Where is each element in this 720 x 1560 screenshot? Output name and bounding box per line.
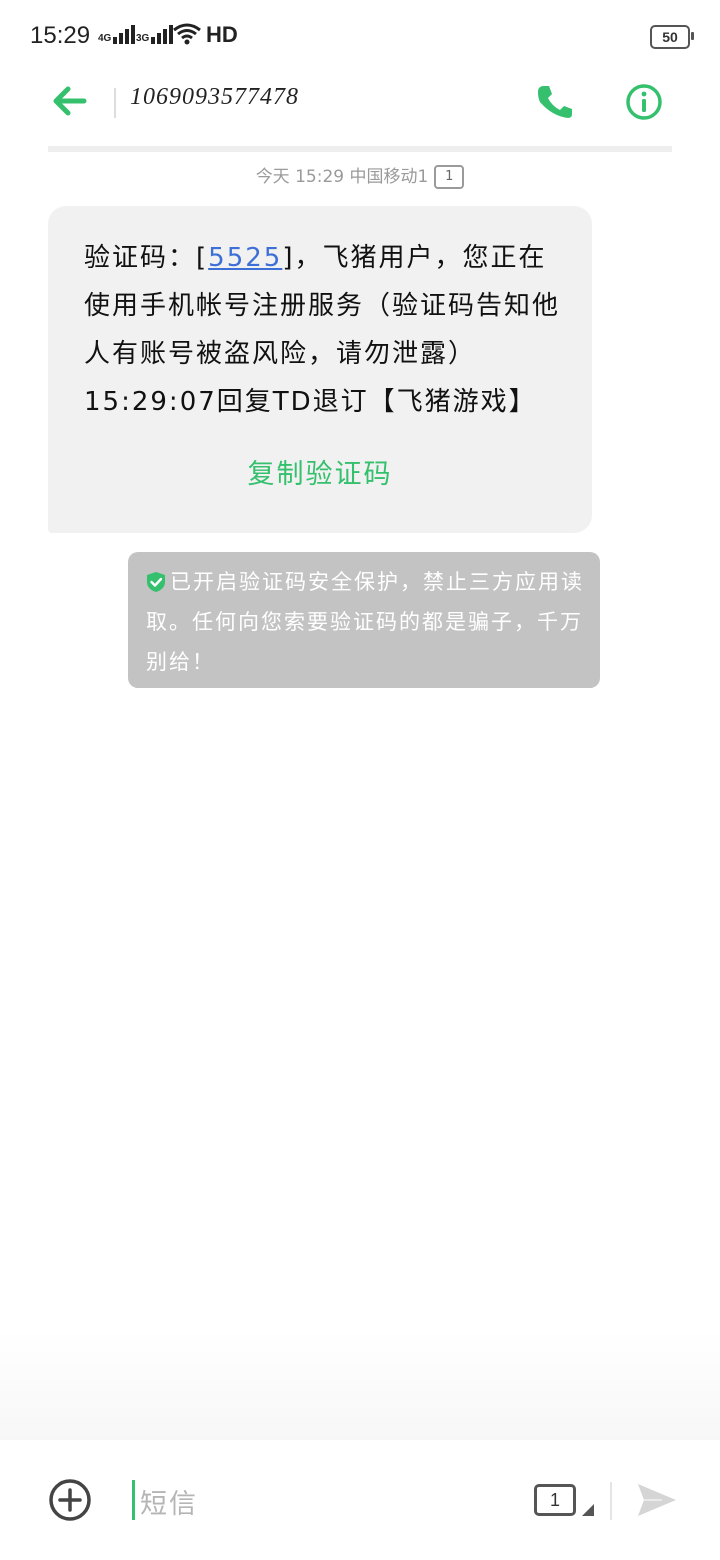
composer-shadow [0, 1330, 720, 1440]
header-divider [114, 88, 116, 118]
signal-3g-icon: 3G [136, 24, 174, 44]
text-caret [132, 1480, 135, 1520]
header-separator [48, 146, 672, 152]
wifi-icon [173, 23, 201, 45]
message-text: 验证码：[5525]，飞猪用户，您正在使用手机帐号注册服务（验证码告知他人有账号… [84, 243, 561, 417]
signal-4g-icon: 4G [98, 24, 136, 44]
security-notice: 已开启验证码安全保护，禁止三方应用读取。任何向您索要验证码的都是骗子，千万别给！ [128, 552, 600, 688]
conversation-header: 1069093577478 [0, 70, 720, 146]
phone-icon [538, 86, 572, 118]
message-timestamp: 今天 15:29 中国移动1 [255, 167, 429, 187]
info-icon [626, 84, 662, 120]
add-attachment-button[interactable] [48, 1478, 92, 1522]
hd-icon: HD [206, 22, 238, 47]
message-bubble[interactable]: 验证码：[5525]，飞猪用户，您正在使用手机帐号注册服务（验证码告知他人有账号… [48, 206, 592, 533]
status-time: 15:29 [30, 22, 91, 49]
call-button[interactable] [532, 80, 576, 124]
plus-circle-icon [49, 1479, 91, 1521]
composer-divider [610, 1482, 612, 1520]
send-icon [638, 1484, 676, 1516]
back-button[interactable] [48, 80, 92, 124]
dropdown-triangle-icon [582, 1504, 594, 1516]
sim-card-icon: 1 [534, 1484, 576, 1516]
copy-code-button[interactable]: 复制验证码 [48, 452, 592, 491]
send-button[interactable] [632, 1476, 680, 1524]
message-input-placeholder: 短信 [140, 1489, 198, 1520]
shield-check-icon [147, 572, 165, 592]
battery-level: 50 [662, 29, 678, 45]
info-button[interactable] [622, 80, 666, 124]
security-notice-text: 已开启验证码安全保护，禁止三方应用读取。任何向您索要验证码的都是骗子，千万别给！ [146, 570, 584, 674]
message-composer: 短信 1 [0, 1440, 720, 1560]
battery-icon: 50 [650, 25, 694, 49]
sim-card-icon: 1 [434, 165, 465, 189]
contact-number: 1069093577478 [130, 84, 299, 110]
message-meta: 今天 15:29 中国移动1 1 [0, 162, 720, 189]
sim-select-button[interactable]: 1 [534, 1484, 596, 1524]
arrow-left-icon [53, 86, 87, 116]
status-bar: 15:29 4G 3G HD 50 [0, 0, 720, 70]
verification-code-link[interactable]: 5525 [208, 243, 282, 273]
